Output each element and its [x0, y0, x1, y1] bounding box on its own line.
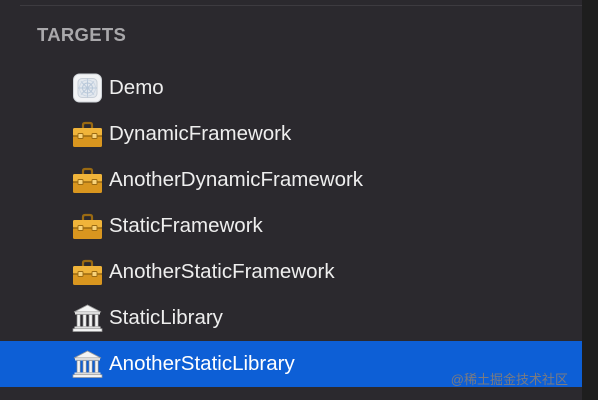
toolbox-icon	[72, 119, 103, 149]
target-row-static-framework[interactable]: StaticFramework	[0, 203, 582, 249]
target-row-static-library[interactable]: StaticLibrary	[0, 295, 582, 341]
target-label: AnotherDynamicFramework	[109, 168, 364, 191]
divider	[20, 5, 582, 6]
target-label: DynamicFramework	[109, 122, 292, 145]
app-icon	[72, 73, 103, 103]
target-list: Demo DynamicFramework AnotherDynamicFram…	[0, 65, 582, 387]
target-label: Demo	[109, 76, 164, 99]
library-icon	[72, 303, 103, 333]
target-row-dynamic-framework[interactable]: DynamicFramework	[0, 111, 582, 157]
target-row-another-dynamic-framework[interactable]: AnotherDynamicFramework	[0, 157, 582, 203]
target-label: AnotherStaticFramework	[109, 260, 335, 283]
section-header-targets: TARGETS	[37, 24, 127, 45]
toolbox-icon	[72, 211, 103, 241]
target-row-another-static-framework[interactable]: AnotherStaticFramework	[0, 249, 582, 295]
target-row-demo[interactable]: Demo	[0, 65, 582, 111]
window-edge	[582, 0, 598, 400]
target-label: StaticLibrary	[109, 306, 223, 329]
target-label: AnotherStaticLibrary	[109, 352, 295, 375]
toolbox-icon	[72, 165, 103, 195]
target-label: StaticFramework	[109, 214, 263, 237]
library-icon	[72, 349, 103, 379]
watermark: @稀土掘金技术社区	[450, 372, 568, 387]
toolbox-icon	[72, 257, 103, 287]
targets-panel: TARGETS Demo DynamicFramework AnotherDyn…	[0, 0, 582, 400]
